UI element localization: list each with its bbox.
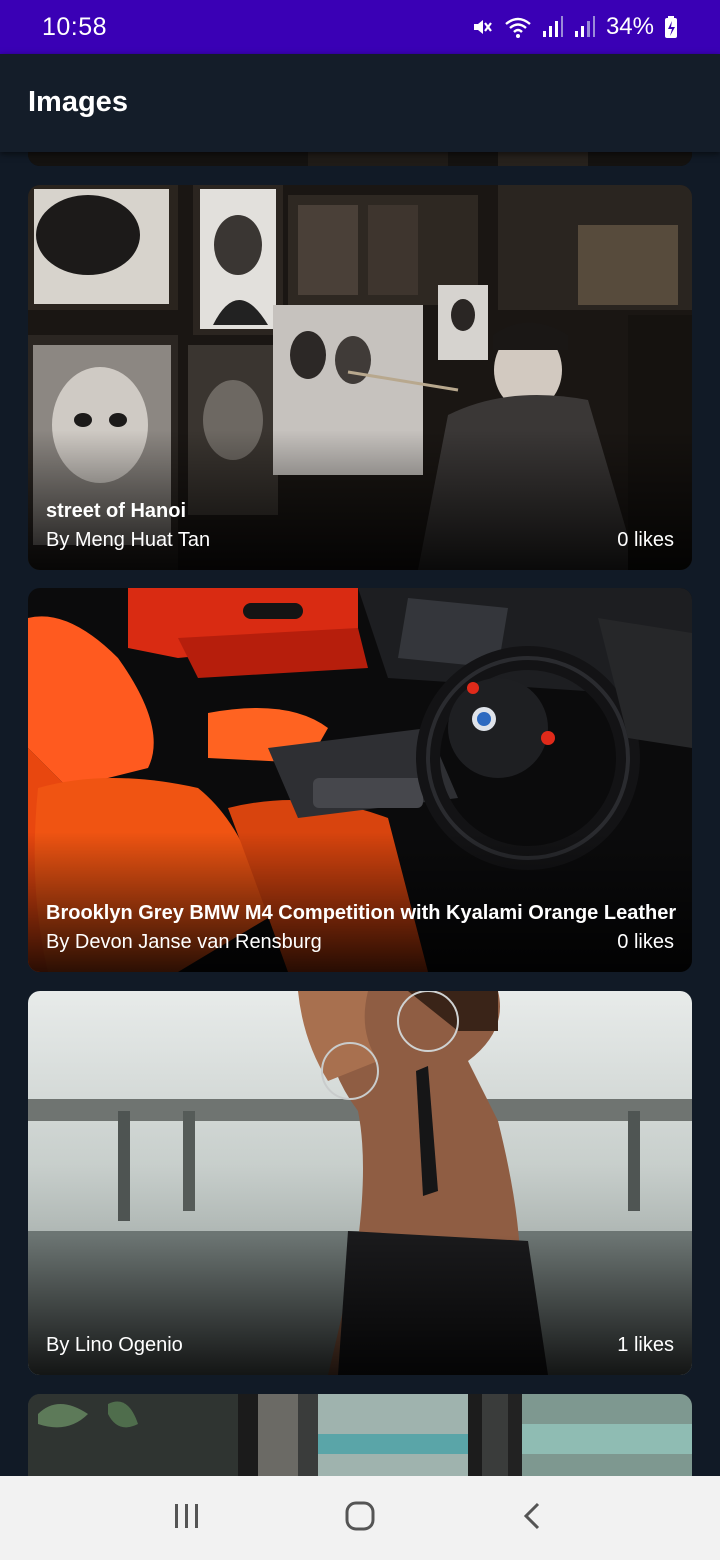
wifi-icon (504, 15, 532, 39)
image-card[interactable]: Brooklyn Grey BMW M4 Competition with Ky… (28, 588, 692, 972)
card-image (28, 152, 692, 166)
card-author: By Meng Huat Tan (46, 529, 211, 551)
app-bar: Images (0, 54, 720, 152)
recent-apps-button[interactable] (142, 1483, 232, 1553)
card-image (28, 1394, 692, 1476)
card-title: street of Hanoi (46, 500, 187, 522)
navigation-bar (0, 1476, 720, 1560)
image-feed[interactable]: street of Hanoi By Meng Huat Tan 0 likes (0, 152, 720, 1476)
mute-icon (470, 15, 494, 39)
battery-percentage: 34% (605, 13, 654, 40)
battery-charging-icon (664, 15, 678, 39)
image-card[interactable]: By Lino Ogenio 1 likes (28, 991, 692, 1375)
recent-apps-icon (172, 1501, 202, 1536)
card-likes: 0 likes (617, 931, 674, 953)
signal-icon (574, 15, 596, 39)
image-card-partial[interactable] (28, 152, 692, 166)
card-likes: 0 likes (617, 529, 674, 551)
image-card[interactable]: street of Hanoi By Meng Huat Tan 0 likes (28, 185, 692, 570)
back-icon (518, 1501, 548, 1536)
card-author: By Lino Ogenio (46, 1334, 183, 1356)
signal-icon (542, 15, 564, 39)
home-icon (344, 1500, 376, 1537)
page-title: Images (28, 86, 128, 118)
home-button[interactable] (315, 1483, 405, 1553)
status-time: 10:58 (42, 12, 108, 41)
back-button[interactable] (488, 1483, 578, 1553)
card-author: By Devon Janse van Rensburg (46, 931, 322, 953)
status-bar: 10:58 34% (0, 0, 720, 54)
status-icons: 34% (470, 13, 678, 41)
card-title: Brooklyn Grey BMW M4 Competition with Ky… (46, 902, 677, 924)
card-likes: 1 likes (617, 1334, 674, 1356)
image-card-partial[interactable] (28, 1394, 692, 1476)
